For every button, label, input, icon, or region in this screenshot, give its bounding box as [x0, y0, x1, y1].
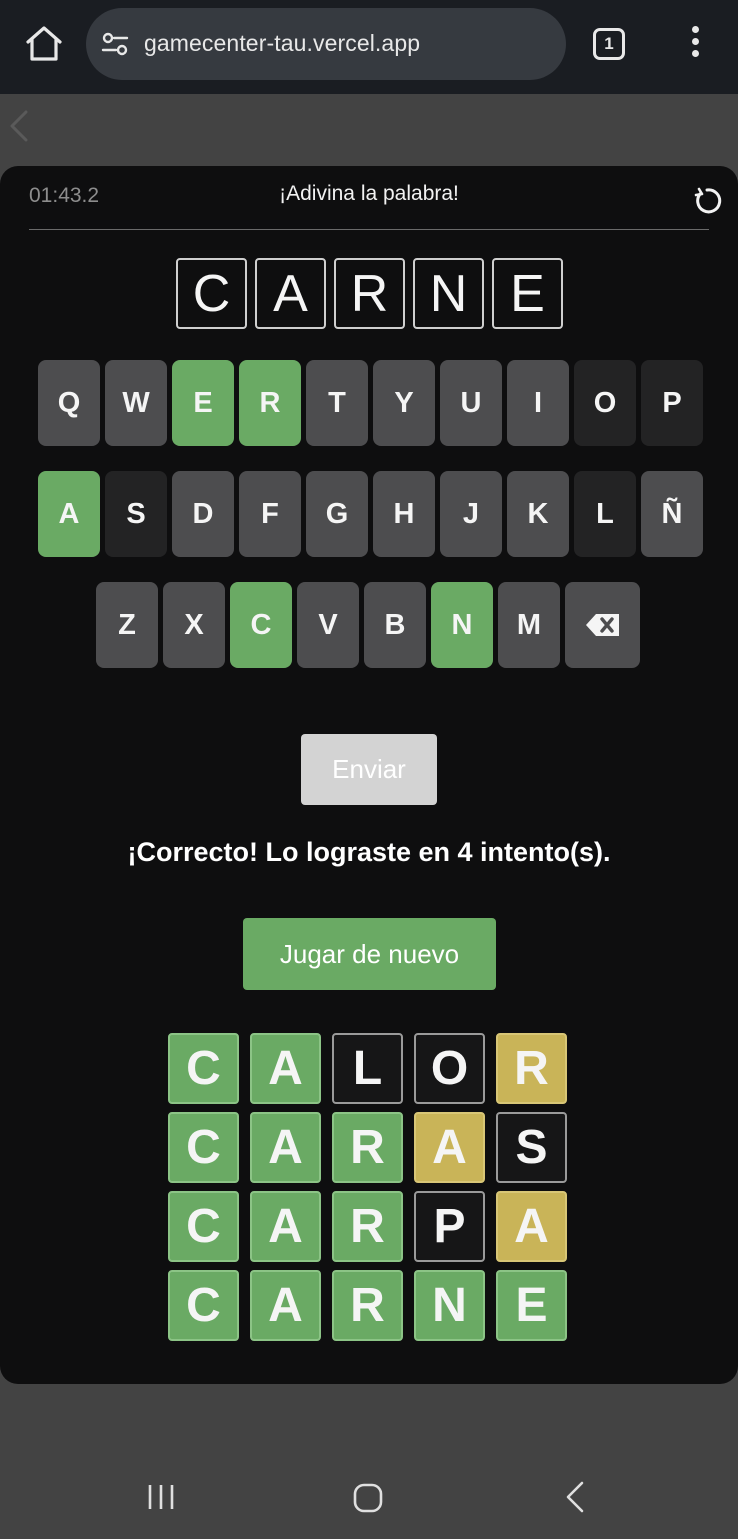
history-tile: R — [332, 1270, 403, 1341]
history-tile: R — [332, 1112, 403, 1183]
back-chevron-icon[interactable] — [6, 108, 30, 144]
key-l[interactable]: L — [574, 471, 636, 557]
history-tile: A — [250, 1033, 321, 1104]
guess-tile: R — [334, 258, 405, 329]
history-tile: R — [332, 1191, 403, 1262]
game-panel: 01:43.2 ¡Adivina la palabra! CARNE QWERT… — [0, 166, 738, 1384]
key-d[interactable]: D — [172, 471, 234, 557]
key-x[interactable]: X — [163, 582, 225, 668]
site-settings-icon[interactable] — [100, 30, 130, 58]
tabs-icon[interactable]: 1 — [593, 28, 625, 60]
history-row: CARAS — [168, 1112, 567, 1183]
guess-tile: N — [413, 258, 484, 329]
history-tile: A — [250, 1112, 321, 1183]
key-p[interactable]: P — [641, 360, 703, 446]
recents-icon[interactable] — [146, 1483, 176, 1511]
history-tile: E — [496, 1270, 567, 1341]
keyboard-row-2: ASDFGHJKLÑ — [38, 471, 703, 557]
history-tile: A — [496, 1191, 567, 1262]
key-c[interactable]: C — [230, 582, 292, 668]
guess-tile: E — [492, 258, 563, 329]
result-message: ¡Correcto! Lo lograste en 4 intento(s). — [127, 837, 611, 867]
guess-tile: C — [176, 258, 247, 329]
key-f[interactable]: F — [239, 471, 301, 557]
send-button[interactable]: Enviar — [301, 734, 437, 805]
key-ñ[interactable]: Ñ — [641, 471, 703, 557]
keyboard-row-1: QWERTYUIOP — [38, 360, 703, 446]
history-tile: C — [168, 1112, 239, 1183]
header-divider — [29, 229, 709, 230]
game-title: ¡Adivina la palabra! — [279, 182, 459, 205]
history-tile: A — [250, 1270, 321, 1341]
history-tile: P — [414, 1191, 485, 1262]
history-row: CARNE — [168, 1270, 567, 1341]
history-tile: S — [496, 1112, 567, 1183]
guess-history: CALORCARASCARPACARNE — [168, 1033, 567, 1349]
history-tile: C — [168, 1270, 239, 1341]
history-tile: C — [168, 1191, 239, 1262]
history-row: CARPA — [168, 1191, 567, 1262]
history-tile: O — [414, 1033, 485, 1104]
key-v[interactable]: V — [297, 582, 359, 668]
address-bar[interactable]: gamecenter-tau.vercel.app — [86, 8, 566, 80]
home-circle-icon[interactable] — [353, 1483, 383, 1513]
key-e[interactable]: E — [172, 360, 234, 446]
history-row: CALOR — [168, 1033, 567, 1104]
key-q[interactable]: Q — [38, 360, 100, 446]
key-r[interactable]: R — [239, 360, 301, 446]
key-j[interactable]: J — [440, 471, 502, 557]
browser-toolbar: gamecenter-tau.vercel.app 1 — [0, 0, 738, 94]
history-tile: A — [250, 1191, 321, 1262]
play-again-button[interactable]: Jugar de nuevo — [243, 918, 496, 990]
key-m[interactable]: M — [498, 582, 560, 668]
history-tile: C — [168, 1033, 239, 1104]
history-tile: A — [414, 1112, 485, 1183]
restart-icon[interactable] — [692, 186, 722, 216]
tab-count: 1 — [604, 34, 614, 53]
key-t[interactable]: T — [306, 360, 368, 446]
key-h[interactable]: H — [373, 471, 435, 557]
back-icon[interactable] — [565, 1480, 585, 1514]
key-y[interactable]: Y — [373, 360, 435, 446]
key-a[interactable]: A — [38, 471, 100, 557]
key-b[interactable]: B — [364, 582, 426, 668]
key-z[interactable]: Z — [96, 582, 158, 668]
key-g[interactable]: G — [306, 471, 368, 557]
keyboard-row-3: ZXCVBNM — [96, 582, 640, 668]
key-k[interactable]: K — [507, 471, 569, 557]
history-tile: R — [496, 1033, 567, 1104]
key-i[interactable]: I — [507, 360, 569, 446]
current-guess: CARNE — [176, 258, 563, 329]
more-vert-icon[interactable] — [684, 26, 706, 64]
key-n[interactable]: N — [431, 582, 493, 668]
key-u[interactable]: U — [440, 360, 502, 446]
history-tile: N — [414, 1270, 485, 1341]
guess-tile: A — [255, 258, 326, 329]
backspace-icon — [585, 614, 619, 636]
url-text[interactable]: gamecenter-tau.vercel.app — [144, 30, 420, 57]
key-w[interactable]: W — [105, 360, 167, 446]
home-icon[interactable] — [22, 24, 66, 64]
key-o[interactable]: O — [574, 360, 636, 446]
history-tile: L — [332, 1033, 403, 1104]
system-nav-bar — [0, 1440, 738, 1539]
key-s[interactable]: S — [105, 471, 167, 557]
backspace-key[interactable] — [565, 582, 640, 668]
